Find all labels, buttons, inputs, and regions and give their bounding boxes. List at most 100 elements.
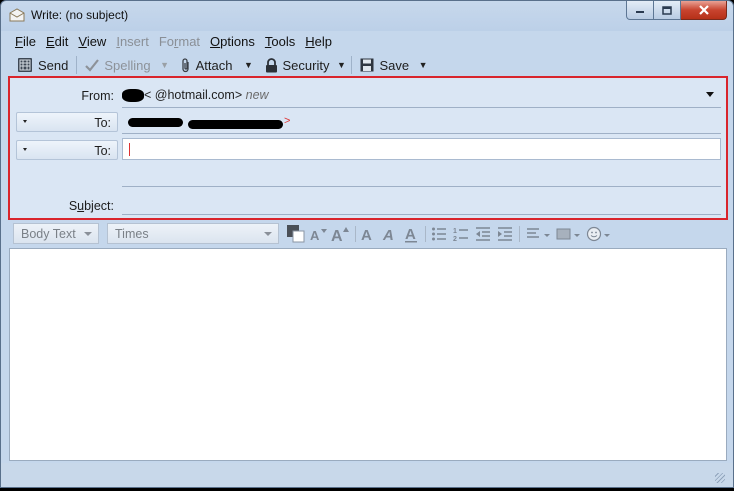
chevron-down-icon: ▼ bbox=[418, 60, 428, 70]
italic-button[interactable]: A bbox=[381, 223, 399, 244]
toolbar-separator bbox=[425, 226, 426, 242]
menu-help[interactable]: Help bbox=[300, 32, 337, 52]
from-dropdown-arrow[interactable] bbox=[706, 92, 714, 97]
paragraph-style-value: Body Text bbox=[21, 227, 76, 241]
image-icon bbox=[556, 228, 580, 239]
toolbar-separator bbox=[351, 56, 353, 74]
redacted-name bbox=[122, 89, 144, 103]
attach-label: Attach bbox=[195, 57, 233, 73]
bold-button[interactable]: A bbox=[359, 223, 377, 244]
bold-icon: A bbox=[361, 227, 372, 243]
font-family-select[interactable]: Times bbox=[107, 223, 279, 244]
save-dropdown[interactable]: ▼ bbox=[417, 60, 429, 70]
from-identity-select[interactable]: < @hotmail.com> new bbox=[122, 88, 269, 103]
close-icon bbox=[698, 5, 709, 15]
to-label: To: bbox=[94, 144, 111, 158]
chevron-down-icon bbox=[23, 120, 27, 123]
resize-grip-icon[interactable] bbox=[715, 473, 725, 483]
svg-text:A: A bbox=[361, 227, 372, 243]
font-smaller-icon: A bbox=[310, 228, 327, 243]
menu-insert[interactable]: Insert bbox=[111, 32, 154, 52]
close-button[interactable] bbox=[681, 1, 727, 20]
minimize-icon bbox=[636, 11, 644, 13]
redacted-recipient bbox=[128, 118, 183, 127]
address-type-select[interactable]: To: bbox=[16, 112, 118, 132]
recipient-field-1[interactable]: > bbox=[122, 114, 721, 132]
spelling-dropdown[interactable]: ▼ bbox=[159, 60, 171, 70]
message-body-editor[interactable] bbox=[9, 248, 727, 461]
align-left-icon bbox=[527, 227, 550, 238]
recipient-input[interactable] bbox=[122, 138, 721, 160]
format-toolbar: Body Text Times A A A A A 12 bbox=[13, 223, 723, 245]
divider bbox=[122, 107, 721, 108]
chevron-down-icon bbox=[264, 232, 272, 236]
floppy-disk-icon bbox=[360, 58, 374, 72]
svg-text:A: A bbox=[382, 227, 394, 243]
numbered-list-icon: 12 bbox=[453, 228, 468, 242]
chevron-down-icon: ▼ bbox=[244, 60, 253, 70]
spelling-button[interactable]: Spelling bbox=[81, 54, 154, 76]
security-label: Security bbox=[282, 57, 330, 73]
text-color-button[interactable] bbox=[285, 223, 307, 244]
attach-button[interactable]: Attach bbox=[177, 54, 237, 76]
to-label: To: bbox=[94, 116, 111, 130]
menu-file[interactable]: File bbox=[10, 32, 41, 52]
bulleted-list-icon bbox=[432, 227, 446, 240]
numbered-list-button[interactable]: 12 bbox=[452, 223, 470, 244]
status-bar bbox=[1, 463, 733, 487]
minimize-button[interactable] bbox=[626, 1, 654, 20]
underline-button[interactable]: A bbox=[403, 223, 421, 244]
save-label: Save bbox=[379, 57, 410, 73]
insert-object-button[interactable] bbox=[555, 223, 583, 244]
security-dropdown[interactable]: ▼ bbox=[335, 60, 347, 70]
underline-icon: A bbox=[405, 226, 417, 243]
send-button[interactable]: Send bbox=[13, 54, 72, 76]
indent-icon bbox=[498, 226, 512, 241]
menu-tools[interactable]: Tools bbox=[260, 32, 300, 52]
color-swatch-icon bbox=[287, 224, 305, 242]
smiley-icon bbox=[586, 226, 610, 241]
chevron-down-icon: ▼ bbox=[337, 60, 346, 70]
svg-text:A: A bbox=[331, 228, 343, 243]
chevron-down-icon: ▼ bbox=[160, 60, 170, 70]
send-icon bbox=[18, 58, 32, 72]
menu-edit[interactable]: Edit bbox=[41, 32, 73, 52]
chevron-down-icon bbox=[23, 148, 27, 151]
outdent-button[interactable] bbox=[474, 223, 492, 244]
toolbar-separator bbox=[519, 226, 520, 242]
compose-window: Write: (no subject) File Edit View Insert Fo… bbox=[0, 0, 734, 488]
window-title: Write: (no subject) bbox=[31, 8, 129, 22]
security-button[interactable]: Security bbox=[261, 54, 334, 76]
menu-options[interactable]: Options bbox=[205, 32, 260, 52]
recipient-bracket: > bbox=[284, 115, 291, 127]
svg-text:A: A bbox=[310, 228, 320, 243]
from-address: < @hotmail.com> bbox=[144, 88, 243, 102]
compose-toolbar: Send Spelling ▼ Attach ▼ Security ▼ Save… bbox=[13, 54, 429, 76]
svg-text:2: 2 bbox=[453, 236, 457, 242]
maximize-button[interactable] bbox=[654, 1, 681, 20]
address-type-select[interactable]: To: bbox=[16, 140, 118, 160]
align-button[interactable] bbox=[525, 223, 553, 244]
message-header-area: From: < @hotmail.com> new To: > To: Subj… bbox=[8, 76, 728, 220]
font-larger-button[interactable]: A bbox=[331, 223, 351, 244]
save-button[interactable]: Save bbox=[356, 54, 413, 76]
redacted-recipient-address bbox=[188, 120, 283, 129]
lock-icon bbox=[265, 57, 277, 72]
paragraph-style-select[interactable]: Body Text bbox=[13, 223, 99, 244]
bulleted-list-button[interactable] bbox=[430, 223, 448, 244]
toolbar-separator bbox=[76, 56, 78, 74]
outdent-icon bbox=[476, 226, 490, 241]
paperclip-icon bbox=[181, 57, 189, 72]
subject-input[interactable] bbox=[122, 196, 721, 214]
menu-format[interactable]: Format bbox=[154, 32, 205, 52]
font-smaller-button[interactable]: A bbox=[309, 223, 329, 244]
spelling-label: Spelling bbox=[104, 57, 151, 73]
indent-button[interactable] bbox=[496, 223, 514, 244]
insert-smiley-button[interactable] bbox=[585, 223, 613, 244]
menu-view[interactable]: View bbox=[73, 32, 111, 52]
toolbar-separator bbox=[355, 226, 356, 242]
chevron-down-icon bbox=[84, 232, 92, 236]
title-bar[interactable]: Write: (no subject) bbox=[1, 1, 733, 31]
window-controls bbox=[626, 1, 727, 21]
attach-dropdown[interactable]: ▼ bbox=[243, 60, 255, 70]
